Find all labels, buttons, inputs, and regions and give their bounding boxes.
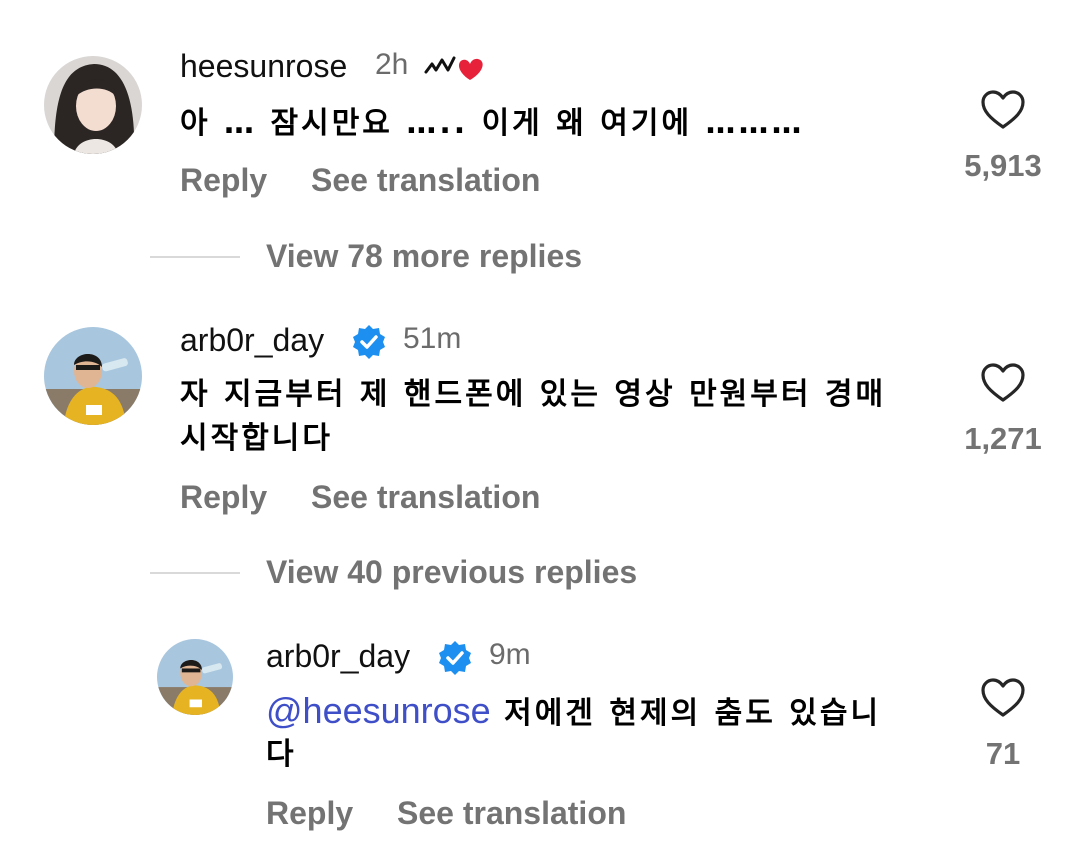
heart-icon[interactable] — [980, 677, 1026, 719]
heart-sticker-icon — [424, 56, 483, 80]
see-translation-button[interactable]: See translation — [397, 795, 626, 832]
reply-button[interactable]: Reply — [266, 795, 353, 832]
timestamp: 9m — [489, 638, 531, 671]
heart-icon[interactable] — [980, 89, 1026, 131]
verified-badge-icon — [353, 325, 385, 359]
avatar[interactable] — [157, 639, 233, 715]
username[interactable]: arb0r_day — [180, 322, 324, 359]
username[interactable]: heesunrose — [180, 48, 347, 85]
see-translation-button[interactable]: See translation — [311, 162, 540, 199]
username[interactable]: arb0r_day — [266, 638, 410, 675]
comment-text-line-1: 자 지금부터 제 핸드폰에 있는 영상 만원부터 경매 — [180, 377, 887, 412]
like-count: 71 — [985, 736, 1021, 771]
view-previous-replies-button[interactable]: View 40 previous replies — [266, 554, 637, 591]
avatar[interactable] — [44, 327, 142, 425]
comment-text-line-2: 시작합니다 — [180, 421, 333, 456]
like-count: 1,271 — [964, 421, 1042, 456]
mention-link[interactable]: @heesunrose — [266, 690, 491, 731]
timestamp: 51m — [403, 322, 462, 355]
comment-text-line-1: @heesunrose 저에겐 현제의 춤도 있습니 — [266, 690, 926, 735]
avatar-image — [44, 56, 142, 154]
reply-button[interactable]: Reply — [180, 479, 267, 516]
comment-text: 아 … 잠시만요 ….. 이게 왜 여기에 ……… — [180, 106, 805, 141]
avatar-image — [157, 639, 233, 715]
avatar[interactable] — [44, 56, 142, 154]
like-count: 5,913 — [964, 148, 1042, 183]
thread-divider — [150, 256, 240, 258]
comment-text: 저에겐 현제의 춤도 있습니 — [504, 696, 882, 731]
comment-text-line-2: 다 — [266, 737, 297, 772]
view-more-replies-button[interactable]: View 78 more replies — [266, 238, 582, 275]
reply-button[interactable]: Reply — [180, 162, 267, 199]
timestamp: 2h — [375, 48, 409, 81]
see-translation-button[interactable]: See translation — [311, 479, 540, 516]
heart-icon[interactable] — [980, 362, 1026, 404]
verified-badge-icon — [439, 641, 471, 675]
avatar-image — [44, 327, 142, 425]
thread-divider — [150, 572, 240, 574]
